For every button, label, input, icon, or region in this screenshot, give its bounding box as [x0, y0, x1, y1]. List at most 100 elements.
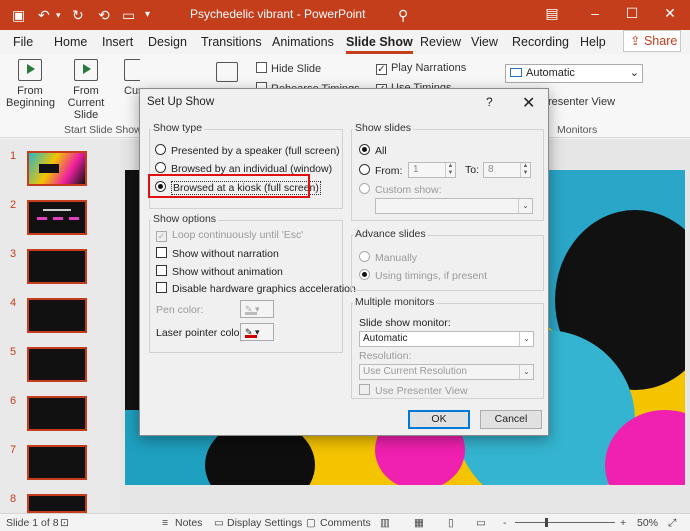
radio-label: Using timings, if present: [375, 270, 488, 282]
show-without-narration-checkbox[interactable]: Show without narration: [156, 247, 279, 260]
play-narrations-checkbox[interactable]: ✓ Play Narrations: [376, 62, 466, 75]
comments-button[interactable]: Comments: [320, 517, 371, 529]
tab-design[interactable]: Design: [148, 35, 187, 49]
pen-color-label: Pen color:: [156, 304, 204, 316]
notes-icon[interactable]: ≡: [162, 517, 168, 529]
fit-to-window-icon[interactable]: ⤢: [668, 517, 676, 530]
manually-radio[interactable]: Manually: [359, 251, 417, 264]
comments-icon[interactable]: ▢: [306, 517, 316, 529]
show-without-animation-checkbox[interactable]: Show without animation: [156, 265, 283, 278]
slide-thumbnail-2[interactable]: [27, 200, 87, 235]
undo-icon[interactable]: ↶: [38, 6, 50, 24]
tab-help[interactable]: Help: [580, 35, 606, 49]
tab-transitions[interactable]: Transitions: [201, 35, 262, 49]
custom-show-icon: [124, 59, 140, 81]
start-slideshow-icon[interactable]: ▭: [122, 6, 135, 24]
slide-number: 5: [10, 346, 17, 358]
zoom-slider-handle[interactable]: [545, 518, 548, 527]
slide-number: 7: [10, 444, 17, 456]
zoom-in-button[interactable]: +: [620, 517, 626, 529]
display-settings-button[interactable]: Display Settings: [227, 517, 302, 529]
radio-button-selected: [359, 144, 370, 155]
tab-view[interactable]: View: [471, 35, 498, 49]
radio-button: [359, 164, 370, 175]
tab-home[interactable]: Home: [54, 35, 87, 49]
accessibility-icon[interactable]: ⊡: [60, 517, 69, 529]
search-icon[interactable]: ⚲: [398, 6, 408, 24]
maximize-icon[interactable]: ☐: [622, 5, 642, 22]
redo-icon[interactable]: ↻: [72, 6, 84, 24]
custom-show-dropdown[interactable]: ⌄: [375, 198, 533, 214]
spinner-arrows-icon[interactable]: ▲ ▼: [445, 163, 455, 177]
restore-icon[interactable]: ▤: [542, 5, 562, 22]
radio-button: [155, 144, 166, 155]
slide-thumbnail-panel: 1 2 3 4 5 6 7 8: [0, 139, 120, 513]
from-beginning-button[interactable]: From Beginning: [6, 59, 55, 109]
window-title: Psychedelic vibrant - PowerPoint: [190, 7, 366, 21]
tab-recording[interactable]: Recording: [512, 35, 569, 49]
tab-file[interactable]: File: [13, 35, 33, 49]
show-slides-legend: Show slides: [353, 122, 414, 134]
tab-insert[interactable]: Insert: [102, 35, 133, 49]
custom-slide-show-button[interactable]: Cus: [124, 59, 140, 97]
slide-number: 8: [10, 493, 17, 505]
zoom-level[interactable]: 50%: [637, 517, 658, 529]
from-current-slide-button[interactable]: From Current Slide: [57, 59, 115, 121]
slide-thumbnail-3[interactable]: [27, 249, 87, 284]
from-slide-spinner[interactable]: 1 ▲ ▼: [408, 162, 456, 178]
spinner-arrows-icon[interactable]: ▲ ▼: [520, 163, 530, 177]
from-slide-radio[interactable]: From:: [359, 164, 402, 177]
close-icon[interactable]: ✕: [660, 5, 680, 22]
slide-thumbnail-6[interactable]: [27, 396, 87, 431]
zoom-out-button[interactable]: -: [503, 517, 507, 529]
tab-animations[interactable]: Animations: [272, 35, 334, 49]
disable-hardware-acceleration-checkbox[interactable]: Disable hardware graphics acceleration: [156, 282, 356, 295]
notes-button[interactable]: Notes: [175, 517, 202, 529]
help-button[interactable]: ?: [486, 95, 493, 109]
using-timings-radio[interactable]: Using timings, if present: [359, 269, 487, 282]
share-button[interactable]: ⇪ Share: [623, 30, 681, 52]
slide-thumbnail-4[interactable]: [27, 298, 87, 333]
loop-continuously-checkbox[interactable]: ✓ Loop continuously until 'Esc': [156, 229, 303, 242]
thumb-title-line: [43, 209, 71, 211]
tab-review[interactable]: Review: [420, 35, 461, 49]
customize-qat-icon[interactable]: ▾: [145, 6, 150, 24]
save-icon[interactable]: ▣: [12, 6, 25, 24]
pen-color-button[interactable]: ✎ ▾: [240, 300, 274, 318]
slideshow-view-icon[interactable]: ▭: [476, 517, 486, 529]
slide-thumbnail-1[interactable]: [27, 151, 87, 186]
laser-pointer-color-button[interactable]: ✎ ▾: [240, 323, 274, 341]
hide-slide-button[interactable]: Hide Slide: [256, 62, 321, 75]
all-slides-radio[interactable]: All: [359, 144, 387, 157]
slide-show-monitor-dropdown[interactable]: Automatic ⌄: [359, 331, 534, 347]
ok-button[interactable]: OK: [408, 410, 470, 429]
undo-dropdown-icon[interactable]: ▾: [56, 6, 61, 24]
normal-view-icon[interactable]: ▥: [380, 517, 390, 529]
pen-color-swatch: [245, 312, 257, 315]
use-presenter-view-checkbox[interactable]: Use Presenter View: [359, 384, 468, 397]
tab-slide-show[interactable]: Slide Show: [346, 35, 413, 54]
custom-show-radio[interactable]: Custom show:: [359, 183, 442, 196]
play-from-start-icon: [18, 59, 42, 81]
advance-slides-legend: Advance slides: [353, 228, 428, 240]
slide-thumbnail-5[interactable]: [27, 347, 87, 382]
zoom-slider[interactable]: [515, 518, 615, 527]
close-icon[interactable]: ✕: [522, 93, 535, 113]
display-settings-icon[interactable]: ▭: [214, 517, 224, 529]
reading-view-icon[interactable]: ▯: [448, 517, 454, 529]
slide-thumbnail-8[interactable]: [27, 494, 87, 513]
presented-by-speaker-radio[interactable]: Presented by a speaker (full screen): [155, 144, 340, 157]
minimize-icon[interactable]: –: [585, 5, 605, 21]
monitor-dropdown[interactable]: Automatic ⌄: [505, 64, 643, 83]
presenter-view-checkbox[interactable]: resenter View: [548, 96, 615, 108]
share-icon: ⇪: [630, 34, 641, 48]
slide-thumbnail-7[interactable]: [27, 445, 87, 480]
monitor-value: Automatic: [363, 333, 408, 344]
cancel-button[interactable]: Cancel: [480, 410, 542, 429]
slide-sorter-icon[interactable]: ▦: [414, 517, 424, 529]
reset-icon[interactable]: ⟲: [98, 6, 110, 24]
from-current-label: From Current Slide: [67, 85, 105, 121]
checkbox: [156, 247, 167, 258]
to-slide-spinner[interactable]: 8 ▲ ▼: [483, 162, 531, 178]
resolution-dropdown[interactable]: Use Current Resolution ⌄: [359, 364, 534, 380]
